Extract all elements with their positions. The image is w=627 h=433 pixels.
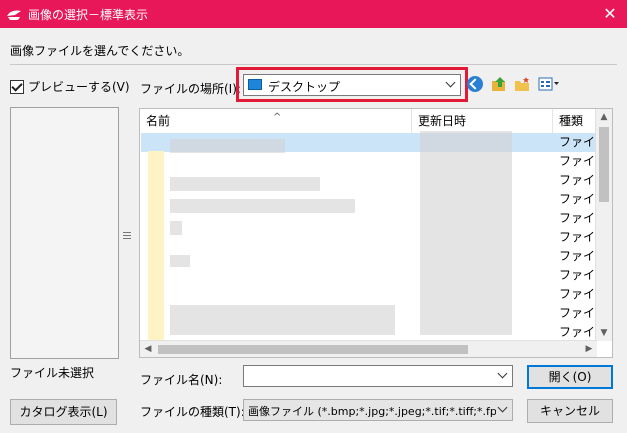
- preview-pane: [10, 107, 119, 359]
- checkbox-checked-icon[interactable]: [10, 79, 24, 94]
- chevron-down-icon[interactable]: [497, 402, 508, 413]
- preview-checkbox[interactable]: プレビューする(V): [10, 78, 130, 95]
- blurred-filename: [170, 177, 320, 191]
- title-bar: 画像の選択－標準表示 ✕: [0, 0, 627, 28]
- scroll-down-icon[interactable]: ▼: [596, 325, 612, 341]
- sort-ascending-icon: ^: [273, 112, 282, 123]
- location-dropdown[interactable]: デスクトップ: [243, 74, 461, 96]
- preview-checkbox-label[interactable]: プレビューする(V): [28, 78, 130, 95]
- up-folder-icon[interactable]: [491, 76, 507, 92]
- new-folder-icon[interactable]: [514, 76, 530, 92]
- folder-icon: [148, 151, 164, 341]
- separator: [10, 64, 617, 65]
- filetype-value[interactable]: 画像ファイル (*.bmp;*.jpg;*.jpeg;*.tif;*.tiff;…: [248, 403, 496, 419]
- filename-label: ファイル名(N):: [140, 373, 223, 387]
- instruction-text: 画像ファイルを選んでください。: [10, 44, 190, 58]
- window-title: 画像の選択－標準表示: [28, 8, 149, 22]
- vertical-scroll-thumb[interactable]: [599, 127, 609, 202]
- selection-status: ファイル未選択: [10, 366, 95, 380]
- blurred-filename: [170, 139, 285, 153]
- blurred-dates: [420, 131, 512, 335]
- location-label: ファイルの場所(I):: [140, 82, 241, 96]
- filetype-dropdown[interactable]: 画像ファイル (*.bmp;*.jpg;*.jpeg;*.tif;*.tiff;…: [243, 399, 513, 421]
- horizontal-scroll-thumb[interactable]: [158, 345, 468, 354]
- column-header-modified[interactable]: 更新日時: [412, 109, 553, 133]
- filetype-label: ファイルの種類(T):: [140, 405, 245, 419]
- scroll-up-icon[interactable]: ▲: [596, 109, 612, 125]
- close-icon[interactable]: ✕: [603, 4, 616, 23]
- splitter-handle[interactable]: [123, 232, 131, 242]
- close-button[interactable]: ✕: [593, 0, 627, 28]
- back-icon[interactable]: [467, 76, 483, 92]
- horizontal-scrollbar[interactable]: ◀ ▶: [140, 340, 597, 357]
- scroll-left-icon[interactable]: ◀: [140, 341, 156, 357]
- column-header-name[interactable]: ^ 名前: [140, 109, 412, 133]
- chevron-down-icon[interactable]: [445, 77, 456, 88]
- chevron-down-icon[interactable]: [497, 368, 508, 379]
- vertical-scrollbar[interactable]: ▲ ▼: [595, 109, 612, 341]
- filename-input[interactable]: [243, 365, 513, 387]
- desktop-icon: [248, 79, 262, 90]
- blurred-filename: [170, 255, 190, 267]
- catalog-view-button[interactable]: カタログ表示(L): [10, 399, 117, 425]
- blurred-filename: [170, 221, 182, 235]
- view-menu-icon[interactable]: [538, 76, 560, 92]
- scroll-right-icon[interactable]: ▶: [581, 341, 597, 357]
- cancel-button[interactable]: キャンセル: [527, 399, 613, 423]
- location-value[interactable]: デスクトップ: [268, 78, 340, 95]
- open-button[interactable]: 開く(O): [527, 365, 613, 389]
- blurred-filename: [170, 305, 395, 335]
- app-icon: [7, 10, 21, 20]
- blurred-filename: [170, 199, 355, 213]
- file-list[interactable]: ^ 名前 更新日時 種類 ファイル ファイル ファイル ファイル ファイル ファ…: [139, 108, 613, 358]
